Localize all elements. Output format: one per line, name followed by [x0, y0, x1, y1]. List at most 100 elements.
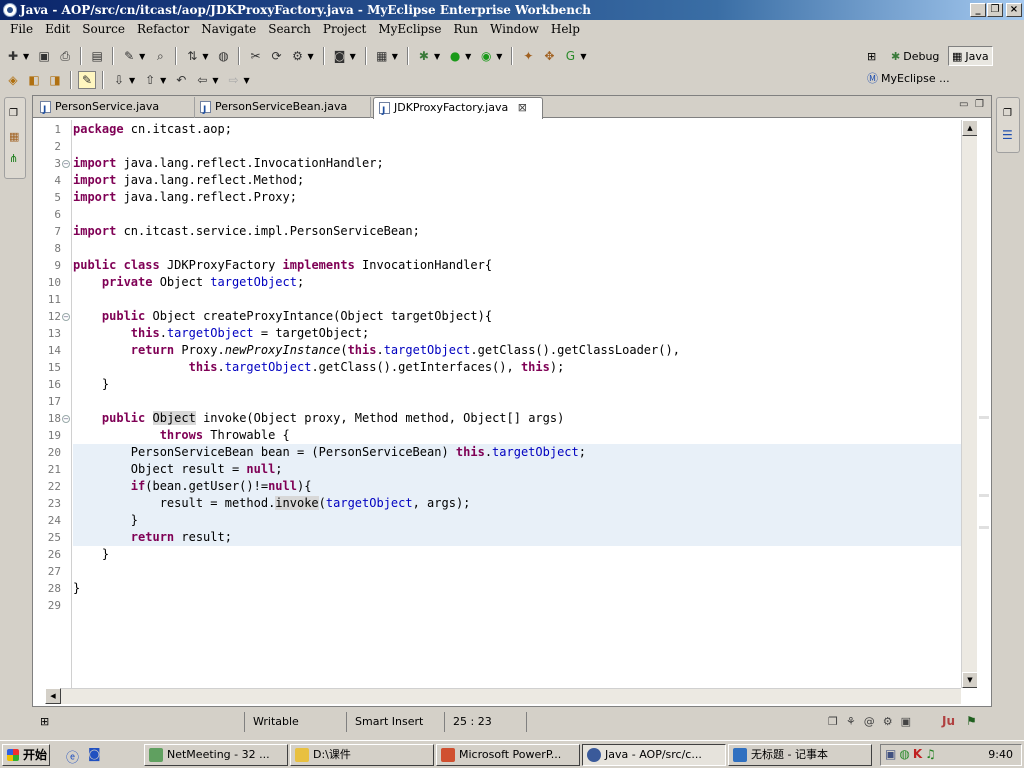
code-line[interactable]: return Proxy.newProxyInstance(this.targe…: [73, 342, 961, 359]
toggle-mark-icon[interactable]: ✎: [78, 71, 96, 89]
code-line[interactable]: public class JDKProxyFactory implements …: [73, 257, 961, 274]
task-netmeeting[interactable]: NetMeeting - 32 ...: [144, 744, 288, 766]
code-line[interactable]: [73, 393, 961, 410]
back-icon[interactable]: ⇦: [193, 71, 211, 89]
fold-toggle-icon[interactable]: −: [62, 160, 70, 168]
fast-view-icon[interactable]: ⊞: [32, 712, 49, 732]
task-powerpoint[interactable]: Microsoft PowerP...: [436, 744, 580, 766]
code-line[interactable]: public Object createProxyIntance(Object …: [73, 308, 961, 325]
code-line[interactable]: throws Throwable {: [73, 427, 961, 444]
occurrence-marker[interactable]: [979, 494, 989, 497]
search-icon[interactable]: ⌕: [151, 47, 169, 65]
minimize-editor-icon[interactable]: ▭: [959, 99, 968, 110]
code-line[interactable]: PersonServiceBean bean = (PersonServiceB…: [73, 444, 961, 461]
tray-icons[interactable]: ▣◍K♫: [885, 747, 939, 761]
fold-toggle-icon[interactable]: −: [62, 313, 70, 321]
external-tools-icon[interactable]: ◉: [477, 47, 495, 65]
task-java-eclipse[interactable]: Java - AOP/src/c...: [582, 744, 726, 766]
maximize-editor-icon[interactable]: ❐: [975, 99, 984, 110]
refresh-icon[interactable]: ⟳: [267, 47, 285, 65]
scroll-up-button[interactable]: ▲: [962, 120, 978, 136]
code-line[interactable]: }: [73, 376, 961, 393]
chevron-down-icon[interactable]: ▼: [580, 52, 586, 61]
next-annotation-icon[interactable]: ⇩: [110, 71, 128, 89]
camera-icon[interactable]: ◙: [331, 47, 349, 65]
k-icon[interactable]: K: [913, 747, 925, 761]
globe-icon[interactable]: ◍: [214, 47, 232, 65]
ie-icon[interactable]: ⓔ: [66, 747, 79, 766]
occurrence-marker[interactable]: [979, 526, 989, 529]
start-button[interactable]: 开始: [2, 744, 50, 766]
menu-project[interactable]: Project: [317, 20, 372, 39]
code-line[interactable]: }: [73, 546, 961, 563]
open-perspective-button[interactable]: ⊞: [864, 46, 879, 66]
build-icon[interactable]: ▦: [373, 47, 391, 65]
restore-icon[interactable]: ❐: [9, 108, 18, 119]
tab-personservice[interactable]: PersonService.java: [35, 97, 195, 120]
code-line[interactable]: private Object targetObject;: [73, 274, 961, 291]
run-icon[interactable]: ●: [446, 47, 464, 65]
new-class-icon[interactable]: ✥: [540, 47, 558, 65]
package-explorer-icon[interactable]: ▦: [9, 130, 19, 143]
code-line[interactable]: if(bean.getUser()!=null){: [73, 478, 961, 495]
close-button[interactable]: ×: [1006, 3, 1022, 17]
code-line[interactable]: public Object invoke(Object proxy, Metho…: [73, 410, 961, 427]
hierarchy-icon[interactable]: ⋔: [9, 152, 18, 165]
gear-icon[interactable]: ⚙: [288, 47, 306, 65]
menu-search[interactable]: Search: [262, 20, 317, 39]
prev-annotation-icon[interactable]: ⇧: [141, 71, 159, 89]
horizontal-scrollbar[interactable]: ◀: [45, 688, 961, 704]
menu-source[interactable]: Source: [76, 20, 131, 39]
tab-personservicebean[interactable]: PersonServiceBean.java: [195, 97, 371, 120]
code-line[interactable]: Object result = null;: [73, 461, 961, 478]
code-area[interactable]: 1 2 3−4 5 6 7 8 9 10 11 12−13 14 15 16 17 18−19 20 21 22 23…: [45, 120, 961, 688]
chevron-down-icon[interactable]: ▼: [243, 76, 249, 85]
code-line[interactable]: [73, 206, 961, 223]
code-line[interactable]: [73, 138, 961, 155]
chevron-down-icon[interactable]: ▼: [129, 76, 135, 85]
outline-icon[interactable]: ☰: [1002, 128, 1013, 142]
code-line[interactable]: import java.lang.reflect.InvocationHandl…: [73, 155, 961, 172]
wizard-icon[interactable]: ✎: [120, 47, 138, 65]
overview-ruler[interactable]: [977, 120, 991, 688]
close-tab-icon[interactable]: ⊠: [518, 101, 527, 114]
chevron-down-icon[interactable]: ▼: [23, 52, 29, 61]
tasks-icon[interactable]: ⚑: [966, 714, 977, 728]
chevron-down-icon[interactable]: ▼: [160, 76, 166, 85]
last-edit-icon[interactable]: ↶: [172, 71, 190, 89]
task-notepad[interactable]: 无标题 - 记事本: [728, 744, 872, 766]
chevron-down-icon[interactable]: ▼: [465, 52, 471, 61]
maximize-button[interactable]: ❐: [987, 3, 1003, 17]
code-line[interactable]: result = method.invoke(targetObject, arg…: [73, 495, 961, 512]
java-perspective-button[interactable]: ▦ Java: [948, 46, 993, 66]
menu-navigate[interactable]: Navigate: [195, 20, 262, 39]
new-java-icon[interactable]: G: [561, 47, 579, 65]
forward-icon[interactable]: ⇨: [224, 71, 242, 89]
scroll-left-button[interactable]: ◀: [45, 688, 61, 704]
menu-myeclipse[interactable]: MyEclipse: [372, 20, 447, 39]
chevron-down-icon[interactable]: ▼: [392, 52, 398, 61]
edit-icon[interactable]: ✂: [246, 47, 264, 65]
menu-edit[interactable]: Edit: [39, 20, 76, 39]
code-line[interactable]: }: [73, 512, 961, 529]
menu-help[interactable]: Help: [545, 20, 586, 39]
restore-icon[interactable]: ❐: [1003, 108, 1012, 119]
volume-icon[interactable]: ♫: [925, 747, 939, 761]
menu-run[interactable]: Run: [447, 20, 484, 39]
code-line[interactable]: }: [73, 580, 961, 597]
fold-toggle-icon[interactable]: −: [62, 415, 70, 423]
chevron-down-icon[interactable]: ▼: [496, 52, 502, 61]
menu-file[interactable]: File: [4, 20, 39, 39]
task-folder[interactable]: D:\课件: [290, 744, 434, 766]
open-folder-icon[interactable]: ◧: [25, 71, 43, 89]
chevron-down-icon[interactable]: ▼: [307, 52, 313, 61]
code-line[interactable]: this.targetObject = targetObject;: [73, 325, 961, 342]
code-line[interactable]: [73, 563, 961, 580]
occurrence-marker[interactable]: [979, 416, 989, 419]
deploy-icon[interactable]: ⇅: [183, 47, 201, 65]
new-package-icon[interactable]: ✦: [519, 47, 537, 65]
debug-perspective-button[interactable]: ✱ Debug: [888, 46, 942, 66]
trim-icons[interactable]: ❐⚘@⚙▣: [828, 715, 919, 728]
code-line[interactable]: [73, 597, 961, 614]
antivirus-icon[interactable]: ◍: [899, 747, 912, 761]
